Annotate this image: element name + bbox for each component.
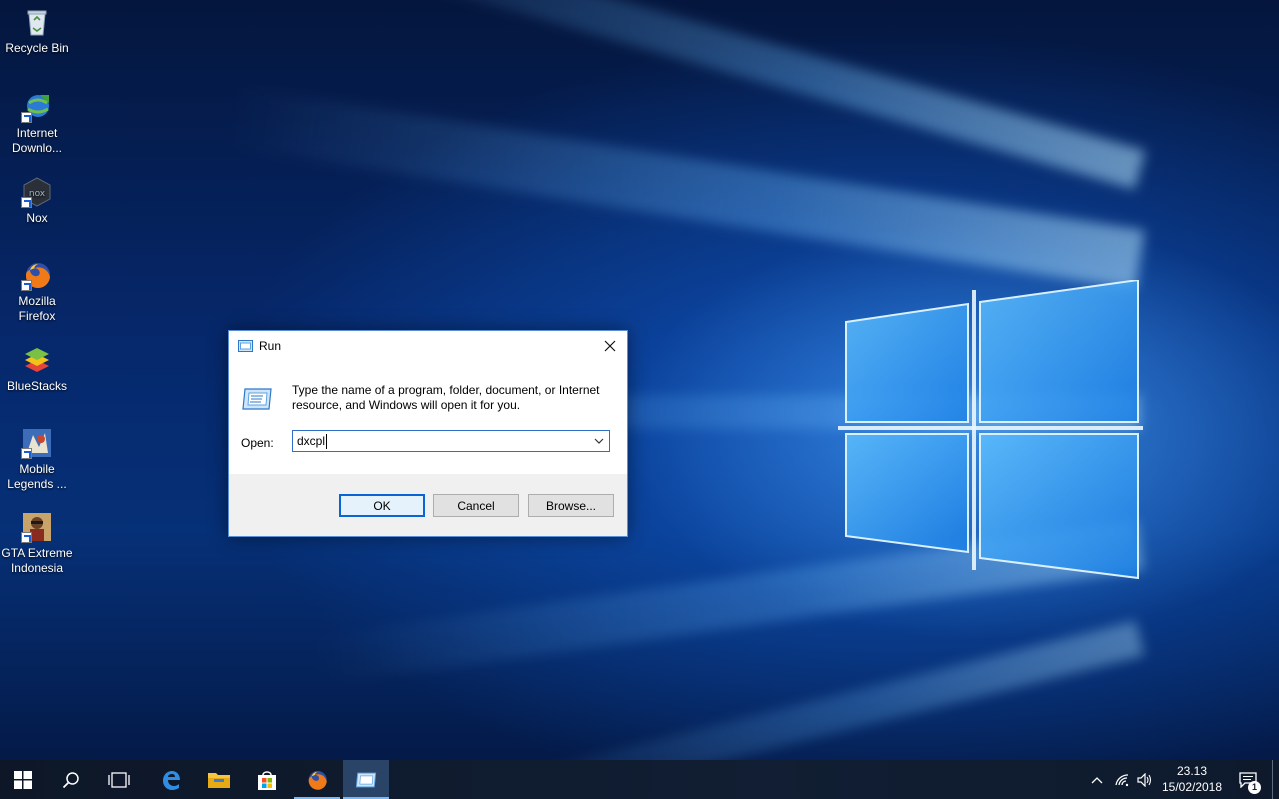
desktop-icon-label: GTA Extreme Indonesia — [1, 546, 73, 575]
ok-button[interactable]: OK — [339, 494, 425, 517]
chevron-down-icon[interactable] — [593, 435, 605, 447]
start-icon — [14, 770, 32, 789]
text-caret — [326, 434, 327, 449]
chevron-up-icon — [1091, 776, 1103, 783]
shortcut-arrow-icon — [21, 280, 32, 291]
show-hidden-icons-button[interactable] — [1086, 760, 1108, 799]
search-button[interactable] — [48, 760, 94, 799]
run-taskbar-button[interactable] — [343, 760, 389, 799]
browse-button[interactable]: Browse... — [528, 494, 614, 517]
run-dialog-title: Run — [259, 339, 282, 353]
file-explorer-button[interactable] — [196, 760, 242, 799]
bluestacks-icon — [21, 344, 53, 376]
shortcut-arrow-icon — [21, 197, 32, 208]
open-label: Open: — [241, 436, 274, 450]
close-icon — [604, 340, 616, 352]
firefox-taskbar-button[interactable] — [294, 760, 340, 799]
action-center-button[interactable]: 1 — [1234, 760, 1264, 799]
edge-icon — [163, 770, 180, 790]
desktop-icon-label: Internet Downlo... — [11, 126, 63, 155]
run-program-icon — [242, 388, 272, 410]
desktop-icon-internet-download-manager[interactable]: Internet Downlo... — [0, 91, 74, 156]
shortcut-arrow-icon — [21, 448, 32, 459]
file-explorer-icon — [208, 772, 230, 788]
desktop-icon-bluestacks[interactable]: BlueStacks — [0, 344, 74, 394]
open-input[interactable]: dxcpl — [292, 430, 610, 452]
show-desktop-button[interactable] — [1272, 760, 1279, 799]
desktop-icon-label: Nox — [26, 211, 48, 225]
run-icon — [238, 340, 253, 352]
desktop: Recycle Bin Internet Downlo... nox Nox M… — [0, 0, 1279, 760]
network-button[interactable] — [1110, 760, 1134, 799]
edge-button[interactable] — [148, 760, 194, 799]
mobile-legends-icon — [21, 427, 53, 459]
firefox-icon — [308, 770, 327, 790]
desktop-icon-label: BlueStacks — [6, 379, 68, 393]
desktop-icon-mozilla-firefox[interactable]: Mozilla Firefox — [0, 259, 74, 324]
cancel-button[interactable]: Cancel — [433, 494, 519, 517]
search-icon — [62, 771, 79, 788]
desktop-icon-recycle-bin[interactable]: Recycle Bin — [0, 6, 74, 56]
run-icon — [355, 772, 377, 787]
start-button[interactable] — [0, 760, 46, 799]
clock[interactable]: 23.13 15/02/2018 — [1152, 763, 1232, 795]
run-dialog: Run Type the name of a program, folder, … — [228, 330, 628, 537]
desktop-icon-label: Mobile Legends ... — [7, 462, 67, 491]
shortcut-arrow-icon — [21, 532, 32, 543]
desktop-icon-nox[interactable]: nox Nox — [0, 176, 74, 226]
run-dialog-titlebar[interactable]: Run — [229, 331, 627, 361]
run-dialog-description: Type the name of a program, folder, docu… — [292, 383, 600, 412]
open-input-value: dxcpl — [297, 434, 326, 448]
task-view-icon — [108, 771, 130, 788]
store-button[interactable] — [244, 760, 290, 799]
internet-download-manager-icon — [21, 91, 53, 123]
clock-time: 23.13 — [1176, 764, 1208, 778]
recycle-bin-icon — [21, 6, 53, 38]
desktop-icon-label: Mozilla Firefox — [18, 294, 56, 323]
close-button[interactable] — [593, 331, 627, 361]
store-icon — [258, 770, 276, 790]
firefox-icon — [21, 259, 53, 291]
speaker-icon — [1137, 772, 1152, 787]
gta-extreme-icon — [21, 511, 53, 543]
task-view-button[interactable] — [96, 760, 142, 799]
nox-icon: nox — [21, 176, 53, 208]
notification-count-badge: 1 — [1248, 780, 1261, 794]
wifi-icon — [1115, 773, 1129, 786]
windows-logo-wallpaper — [838, 280, 1143, 580]
taskbar: 23.13 15/02/2018 1 — [0, 760, 1279, 799]
desktop-icon-mobile-legends[interactable]: Mobile Legends ... — [0, 427, 74, 492]
desktop-icon-gta-extreme[interactable]: GTA Extreme Indonesia — [0, 511, 74, 576]
desktop-icon-label: Recycle Bin — [5, 41, 69, 55]
shortcut-arrow-icon — [21, 112, 32, 123]
clock-date: 15/02/2018 — [1161, 780, 1223, 794]
